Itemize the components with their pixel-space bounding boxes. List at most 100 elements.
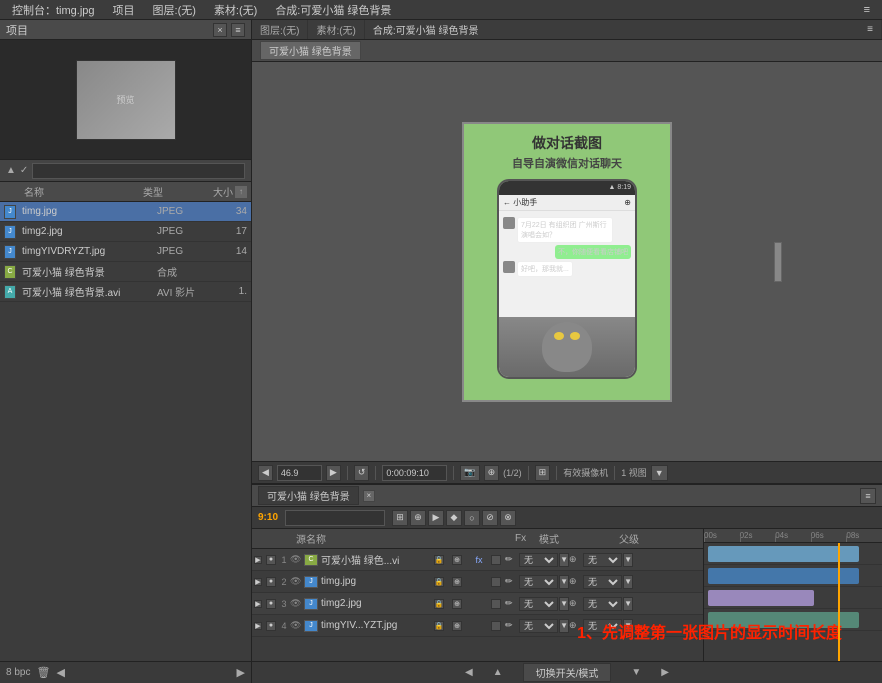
reset-btn[interactable]: ↺ [354,465,370,481]
layer-mode[interactable]: 无 ▼ [519,597,569,611]
layer-expand[interactable]: ▶ [252,622,264,630]
menu-project[interactable]: 项目 [105,1,143,19]
menu-footage[interactable]: 素材:(无) [206,1,265,19]
lock-icon[interactable]: 🔒 [434,599,444,609]
right-scroll[interactable]: ▶ [237,666,245,679]
menu-layer[interactable]: 图层:(无) [145,1,204,19]
lock-icon[interactable]: 🔒 [434,555,444,565]
collapse-icon[interactable]: ⊕ [452,621,462,631]
timecode-input[interactable] [382,465,447,481]
left-scroll[interactable]: ◀ [56,666,64,679]
layer-collapse[interactable]: ⊕ [447,599,467,609]
file-row[interactable]: C可爱小猫 绿色背景合成 [0,262,251,282]
lock-icon[interactable]: 🔒 [434,621,444,631]
collapse-icon[interactable]: ⊕ [452,555,462,565]
mode-select[interactable]: 无 [519,619,558,633]
bottom-arrow-down[interactable]: ▼ [631,667,641,678]
solo-icon[interactable]: ● [266,555,276,565]
layer-eye[interactable]: 👁 [290,620,304,631]
layer-pen[interactable]: ✏ [505,554,519,565]
layer-expand[interactable]: ▶ [252,600,264,608]
solo-icon[interactable]: ● [266,599,276,609]
layer-parent[interactable]: 无 ▼ [583,575,633,589]
motion-blur-icon[interactable] [491,577,501,587]
layer-lock[interactable]: 🔒 [431,577,447,587]
tl-toolbar-btn6[interactable]: ⊘ [482,510,498,526]
file-row[interactable]: Jtimg.jpgJPEG34 [0,202,251,222]
parent-arrow[interactable]: ▼ [623,597,633,611]
file-row[interactable]: Jtimg2.jpgJPEG17 [0,222,251,242]
menu-expand[interactable]: ≡ [856,3,878,17]
tl-menu-btn[interactable]: ≡ [860,488,876,504]
mode-arrow[interactable]: ▼ [559,597,569,611]
mode-arrow[interactable]: ▼ [559,553,569,567]
bottom-arrow-right[interactable]: ▶ [661,667,669,678]
parent-arrow[interactable]: ▼ [623,575,633,589]
layer-parent[interactable]: 无 ▼ [583,553,633,567]
menu-console[interactable]: 控制台：timg.jpg [4,1,103,19]
file-row[interactable]: JtimgYIVDRYZT.jpgJPEG14 [0,242,251,262]
tl-bar[interactable] [708,590,815,606]
scroll-top-icon[interactable]: ↑ [235,186,247,198]
tl-bar[interactable] [708,568,859,584]
layer-pen[interactable]: ✏ [505,620,519,631]
tl-layer-row[interactable]: ▶ ● 4 👁 J timgYIV...YZT.jpg 🔒 ⊕ ✏ 无 ▼ [252,615,703,637]
mode-select[interactable]: 无 [519,597,558,611]
tl-search-input[interactable] [285,510,385,526]
layer-expand-icon[interactable]: ▶ [254,578,262,586]
layer-motion-blur[interactable] [491,555,505,565]
mode-select[interactable]: 无 [519,553,558,567]
layer-parent-icon[interactable]: ⊕ [569,576,583,587]
mode-arrow[interactable]: ▼ [559,575,569,589]
layer-eye[interactable]: 👁 [290,598,304,609]
tl-bar[interactable] [708,546,859,562]
tl-toolbar-btn2[interactable]: ⊕ [410,510,426,526]
layer-expand[interactable]: ▶ [252,556,264,564]
grid-btn[interactable]: ⊞ [535,465,551,481]
zoom-out-btn[interactable]: ◀ [258,465,273,481]
layer-lock[interactable]: 🔒 [431,599,447,609]
parent-arrow[interactable]: ▼ [623,553,633,567]
zoom-in-btn[interactable]: ▶ [326,465,341,481]
menu-comp[interactable]: 合成:可爱小猫 绿色背景 [267,1,399,19]
layer-solo[interactable]: ● [264,577,278,587]
lock-icon[interactable]: 🔒 [434,577,444,587]
trash-icon[interactable]: 🗑 [36,666,50,679]
tl-layer-row[interactable]: ▶ ● 2 👁 J timg.jpg 🔒 ⊕ ✏ 无 ▼ ⊕ [252,571,703,593]
layer-pen[interactable]: ✏ [505,598,519,609]
parent-select[interactable]: 无 [583,619,622,633]
layer-solo[interactable]: ● [264,621,278,631]
layer-lock[interactable]: 🔒 [431,621,447,631]
layer-quality[interactable]: fx [467,555,491,565]
layer-motion-blur[interactable] [491,599,505,609]
search-input[interactable] [32,163,245,179]
project-panel-menu[interactable]: ≡ [231,23,245,37]
layer-eye[interactable]: 👁 [290,554,304,565]
tl-close-btn[interactable]: × [363,490,375,502]
tl-toolbar-btn5[interactable]: ○ [464,510,480,526]
star-btn[interactable]: ⊕ [484,465,500,481]
layer-collapse[interactable]: ⊕ [447,621,467,631]
layer-solo[interactable]: ● [264,555,278,565]
camera-btn[interactable]: 📷 [460,465,479,481]
layer-parent[interactable]: 无 ▼ [583,597,633,611]
layer-parent-icon[interactable]: ⊕ [569,598,583,609]
tl-toolbar-btn3[interactable]: ▶ [428,510,444,526]
file-row[interactable]: A可爱小猫 绿色背景.aviAVI 影片1. [0,282,251,302]
parent-select[interactable]: 无 [583,575,622,589]
layer-parent-icon[interactable]: ⊕ [569,620,583,631]
layer-lock[interactable]: 🔒 [431,555,447,565]
layer-expand[interactable]: ▶ [252,578,264,586]
layer-expand-icon[interactable]: ▶ [254,622,262,630]
collapse-icon[interactable]: ⊕ [452,577,462,587]
tl-tab-comp[interactable]: 可爱小猫 绿色背景 [258,486,359,505]
project-panel-btn[interactable]: × [213,23,227,37]
layer-motion-blur[interactable] [491,621,505,631]
motion-blur-icon[interactable] [491,599,501,609]
topbar-menu[interactable]: ≡ [867,24,873,35]
solo-icon[interactable]: ● [266,621,276,631]
solo-icon[interactable]: ● [266,577,276,587]
tl-layer-row[interactable]: ▶ ● 1 👁 C 可爱小猫 绿色...vi 🔒 ⊕ fx ✏ 无 ▼ ⊕ [252,549,703,571]
layer-parent-icon[interactable]: ⊕ [569,554,583,565]
toggle-btn[interactable]: 切换开关/模式 [523,663,612,682]
